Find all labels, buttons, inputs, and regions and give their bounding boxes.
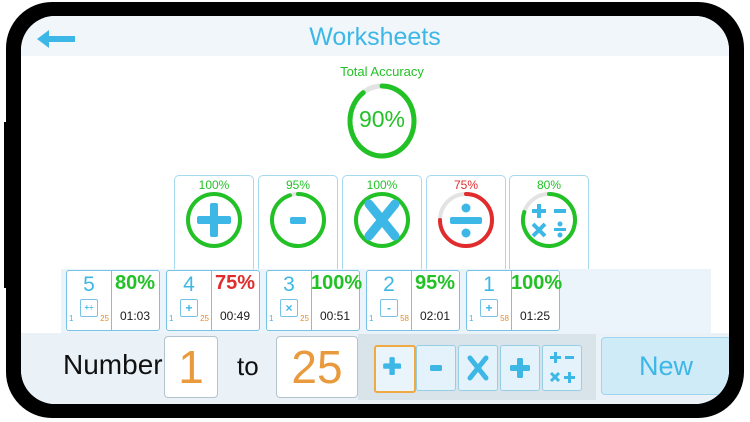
worksheet-card[interactable]: 5 +÷ 1 25 80% 01:03: [66, 270, 160, 331]
worksheet-info: 1 + 1 58: [467, 271, 512, 330]
worksheet-time: 00:49: [219, 309, 251, 323]
range-min: 1: [469, 314, 474, 323]
mixed-ops-icon: [549, 352, 575, 383]
minus-icon: [270, 192, 326, 248]
worksheet-count: 2: [383, 273, 395, 296]
app-screen: Worksheets Total Accuracy 90% 100% 95% 1…: [21, 16, 729, 404]
operation-accuracy: 75%: [453, 178, 479, 192]
op-button-minus[interactable]: [416, 345, 456, 391]
worksheet-count: 4: [183, 273, 195, 296]
minus-icon: [430, 365, 442, 371]
range-to-input[interactable]: 25: [276, 336, 358, 398]
operation-accuracy: 80%: [536, 178, 562, 192]
to-label: to: [237, 351, 259, 381]
worksheet-accuracy: 75%: [214, 272, 256, 294]
range-min: 1: [69, 314, 74, 323]
range-min: 1: [269, 314, 274, 323]
worksheet-card[interactable]: 1 + 1 58 100% 01:25: [466, 270, 563, 331]
worksheet-card[interactable]: 4 + 1 25 75% 00:49: [166, 270, 260, 331]
worksheet-info: 2 - 1 58: [367, 271, 412, 330]
plus-icon: [186, 192, 242, 248]
worksheet-count: 5: [83, 273, 95, 296]
op-button-times[interactable]: [458, 345, 498, 391]
worksheet-op-icon: +: [480, 299, 498, 317]
range-max: 58: [400, 314, 409, 323]
op-button-plus[interactable]: [374, 345, 416, 393]
operation-card-division[interactable]: 75%: [426, 175, 506, 273]
range-min: 1: [369, 314, 374, 323]
operation-accuracy: 95%: [285, 178, 311, 192]
number-label: Number: [63, 349, 163, 380]
op-button-plus-alt[interactable]: [500, 345, 540, 391]
range-min: 1: [169, 314, 174, 323]
op-button-mixed[interactable]: [542, 345, 582, 391]
header-bar: Worksheets: [21, 16, 729, 56]
times-icon: [354, 192, 410, 248]
device-frame: Worksheets Total Accuracy 90% 100% 95% 1…: [4, 2, 744, 418]
worksheet-info: 5 +÷ 1 25: [67, 271, 112, 330]
operation-accuracy: 100%: [366, 178, 398, 192]
divide-icon: [438, 192, 494, 248]
worksheet-op-icon: ×: [280, 299, 298, 317]
operation-card-addition[interactable]: 100%: [174, 175, 254, 273]
plus-icon: [383, 357, 402, 376]
operation-card-multiplication[interactable]: 100%: [342, 175, 422, 273]
worksheet-accuracy: 95%: [414, 272, 456, 294]
worksheet-op-icon: -: [380, 299, 398, 317]
times-icon: [467, 355, 489, 381]
page-title: Worksheets: [309, 23, 441, 51]
worksheet-op-icon: +÷: [80, 299, 98, 317]
worksheet-accuracy: 80%: [114, 272, 156, 294]
worksheet-time: 01:25: [519, 309, 551, 323]
worksheet-accuracy: 100%: [311, 272, 363, 294]
operation-accuracy: 100%: [198, 178, 230, 192]
range-max: 25: [100, 314, 109, 323]
worksheet-card[interactable]: 2 - 1 58 95% 02:01: [366, 270, 460, 331]
mixed-ops-icon: [521, 192, 577, 248]
operation-card-mixed[interactable]: 80%: [509, 175, 589, 273]
range-max: 25: [300, 314, 309, 323]
total-accuracy-label: Total Accuracy: [340, 64, 424, 79]
worksheet-info: 3 × 1 25: [267, 271, 312, 330]
worksheet-op-icon: +: [180, 299, 198, 317]
plus-icon: [510, 358, 530, 378]
new-worksheet-button[interactable]: New: [601, 337, 729, 395]
range-max: 25: [200, 314, 209, 323]
operation-card-subtraction[interactable]: 95%: [258, 175, 338, 273]
total-accuracy-value: 90%: [358, 106, 406, 132]
worksheet-count: 3: [283, 273, 295, 296]
worksheet-time: 00:51: [319, 309, 351, 323]
worksheet-accuracy: 100%: [511, 272, 563, 294]
range-from-input[interactable]: 1: [164, 336, 218, 398]
worksheet-card[interactable]: 3 × 1 25 100% 00:51: [266, 270, 363, 331]
worksheet-info: 4 + 1 25: [167, 271, 212, 330]
range-max: 58: [500, 314, 509, 323]
worksheet-time: 02:01: [419, 309, 451, 323]
worksheet-time: 01:03: [119, 309, 151, 323]
worksheet-count: 1: [483, 273, 495, 296]
